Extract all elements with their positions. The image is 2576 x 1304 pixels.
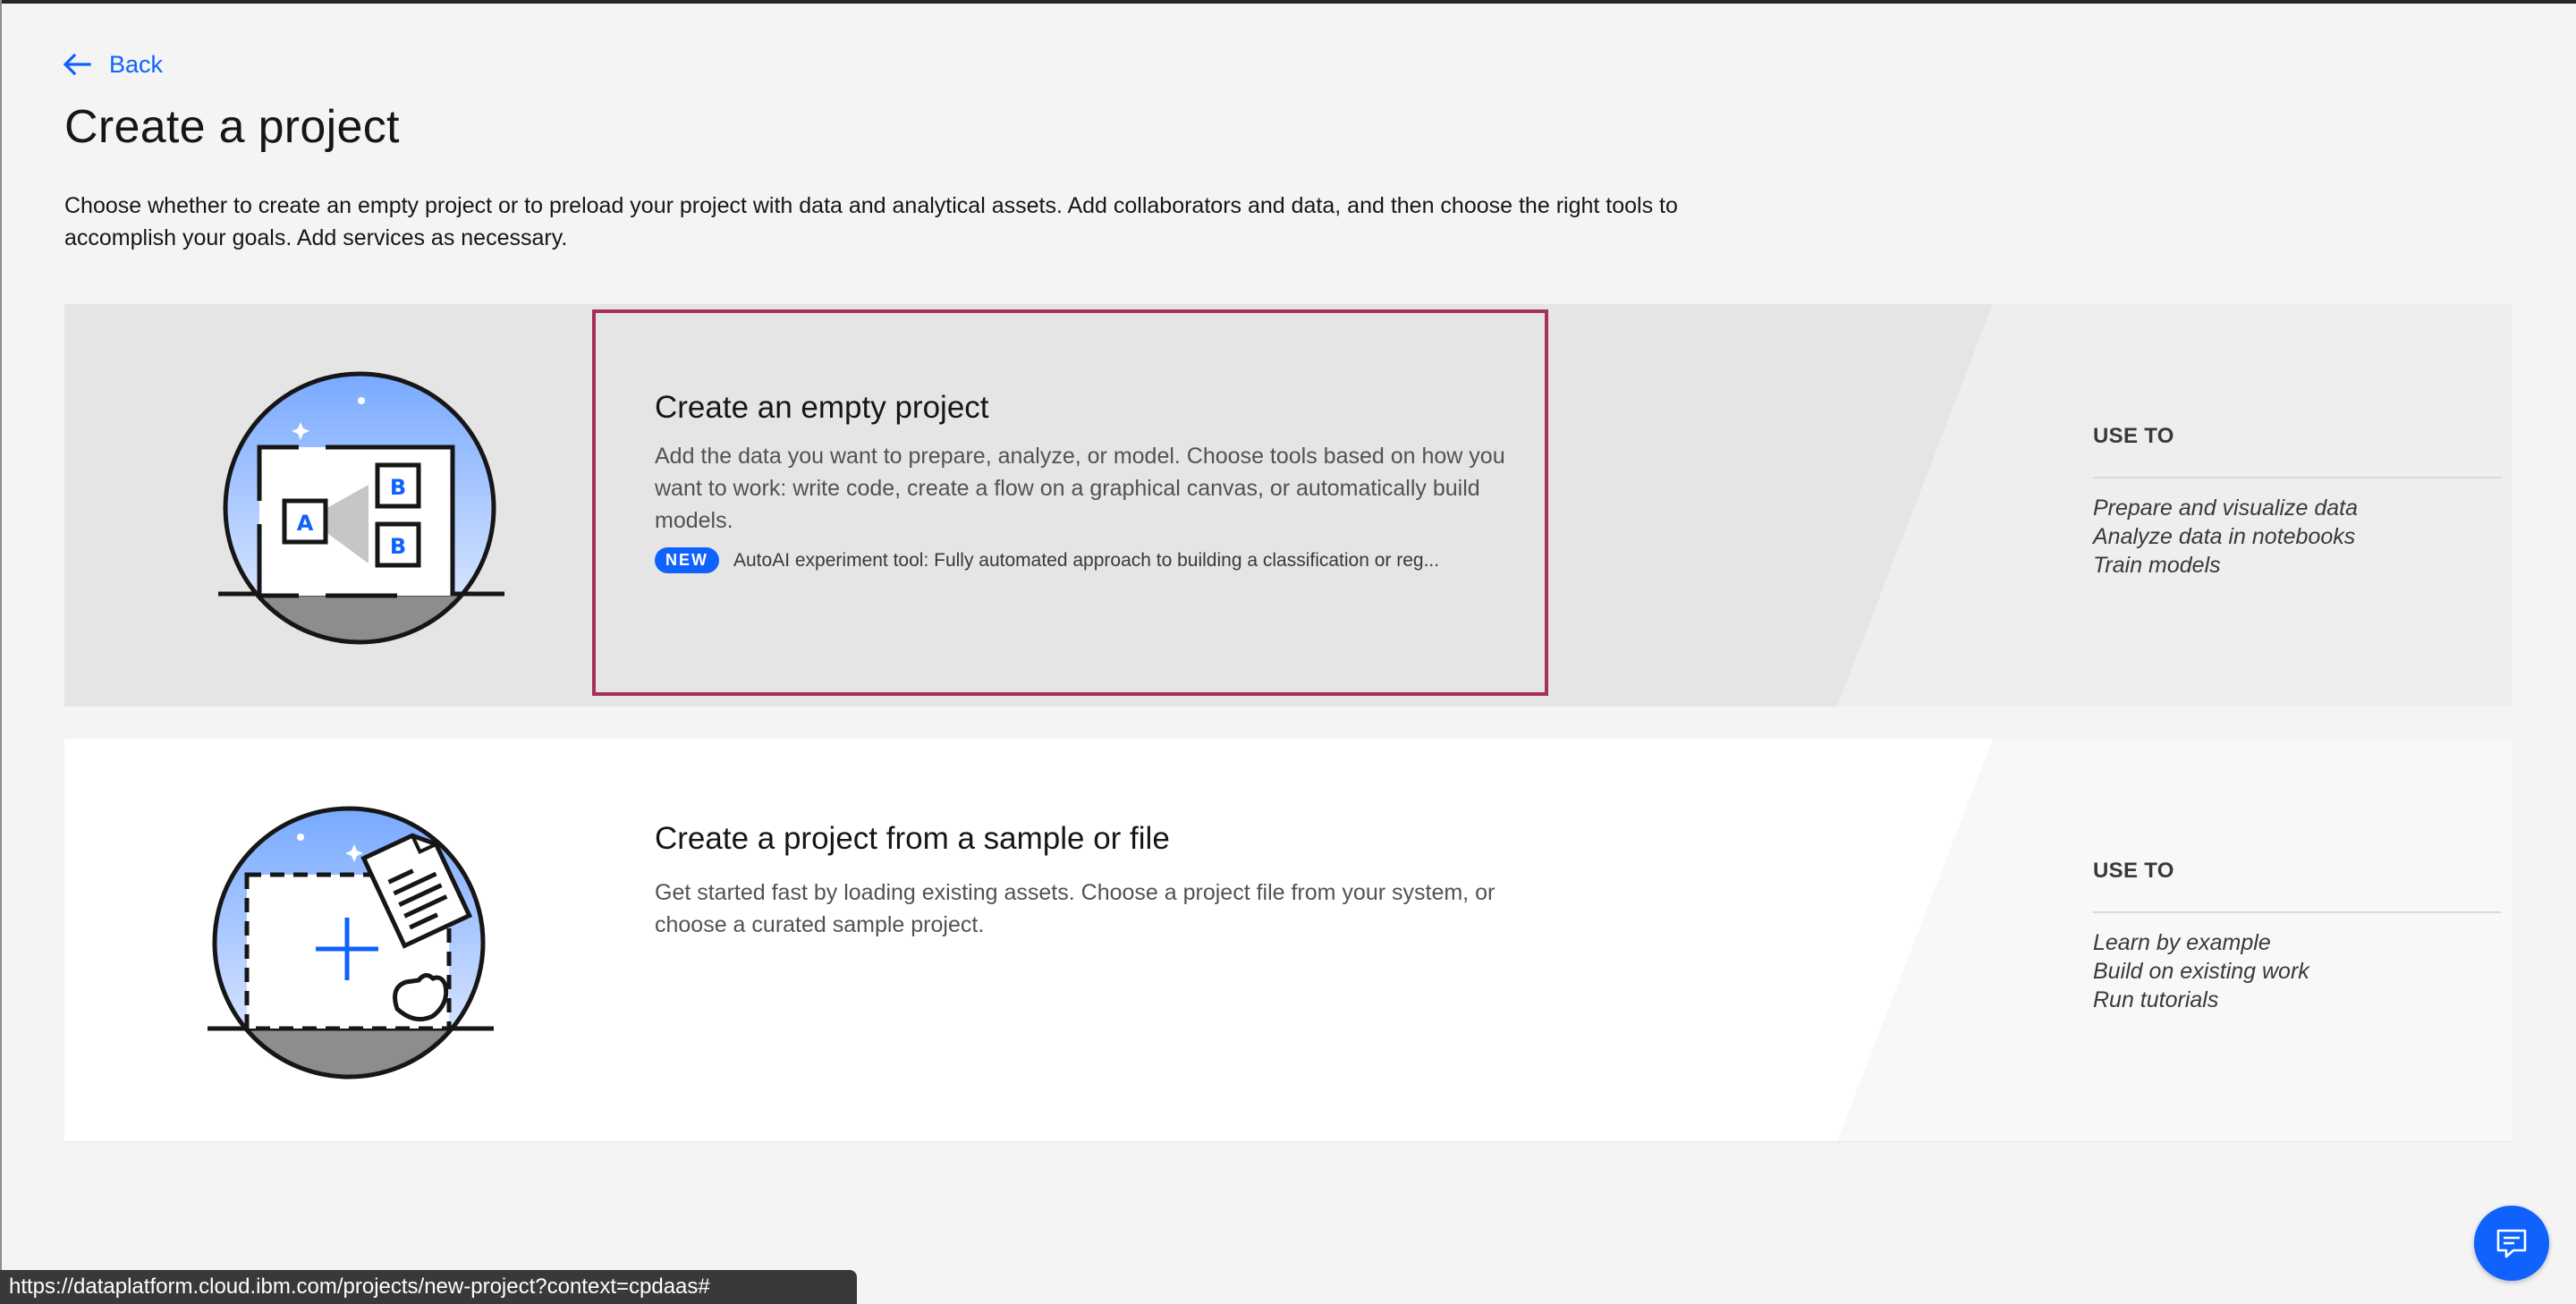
status-url: https://dataplatform.cloud.ibm.com/proje… <box>9 1274 710 1299</box>
back-link[interactable]: Back <box>63 48 163 80</box>
use-to-list: Learn by example Build on existing work … <box>2093 928 2309 1014</box>
arrow-left-icon <box>63 53 91 76</box>
svg-text:B: B <box>390 475 406 500</box>
use-to-item: Learn by example <box>2093 930 2271 955</box>
chat-button[interactable] <box>2474 1206 2549 1281</box>
page-description: Choose whether to create an empty projec… <box>64 193 1678 250</box>
use-to-item: Build on existing work <box>2093 959 2309 984</box>
use-to-item: Train models <box>2093 553 2221 578</box>
chat-icon <box>2496 1229 2527 1258</box>
page-title: Create a project <box>64 101 400 153</box>
window-left-border <box>0 0 2 1304</box>
new-feature-row: NEW AutoAI experiment tool: Fully automa… <box>655 547 1439 573</box>
use-to-heading: USE TO <box>2093 424 2174 448</box>
empty-project-illustration: A B B <box>218 371 504 645</box>
use-to-item: Prepare and visualize data <box>2093 495 2359 521</box>
card-title: Create a project from a sample or file <box>655 821 1170 856</box>
svg-text:B: B <box>390 534 406 559</box>
browser-status-bar: https://dataplatform.cloud.ibm.com/proje… <box>0 1270 857 1304</box>
use-to-item: Run tutorials <box>2093 987 2219 1012</box>
card-description: Get started fast by loading existing ass… <box>655 880 1496 937</box>
card-title: Create an empty project <box>655 390 989 425</box>
create-from-sample-card[interactable]: Create a project from a sample or file G… <box>64 739 2512 1141</box>
back-label: Back <box>109 50 164 78</box>
card-description: Add the data you want to prepare, analyz… <box>655 444 1505 533</box>
sample-project-illustration <box>208 806 494 1080</box>
use-to-list: Prepare and visualize data Analyze data … <box>2093 494 2358 580</box>
svg-text:A: A <box>297 511 314 536</box>
create-empty-project-card[interactable]: A B B Create an empty project Add the da… <box>64 304 2512 707</box>
new-badge: NEW <box>655 547 719 573</box>
use-to-heading: USE TO <box>2093 859 2174 883</box>
use-to-divider <box>2093 911 2501 913</box>
new-feature-text: AutoAI experiment tool: Fully automated … <box>733 549 1440 571</box>
use-to-item: Analyze data in notebooks <box>2093 524 2356 549</box>
window-top-border <box>0 0 2576 4</box>
use-to-divider <box>2093 477 2501 478</box>
